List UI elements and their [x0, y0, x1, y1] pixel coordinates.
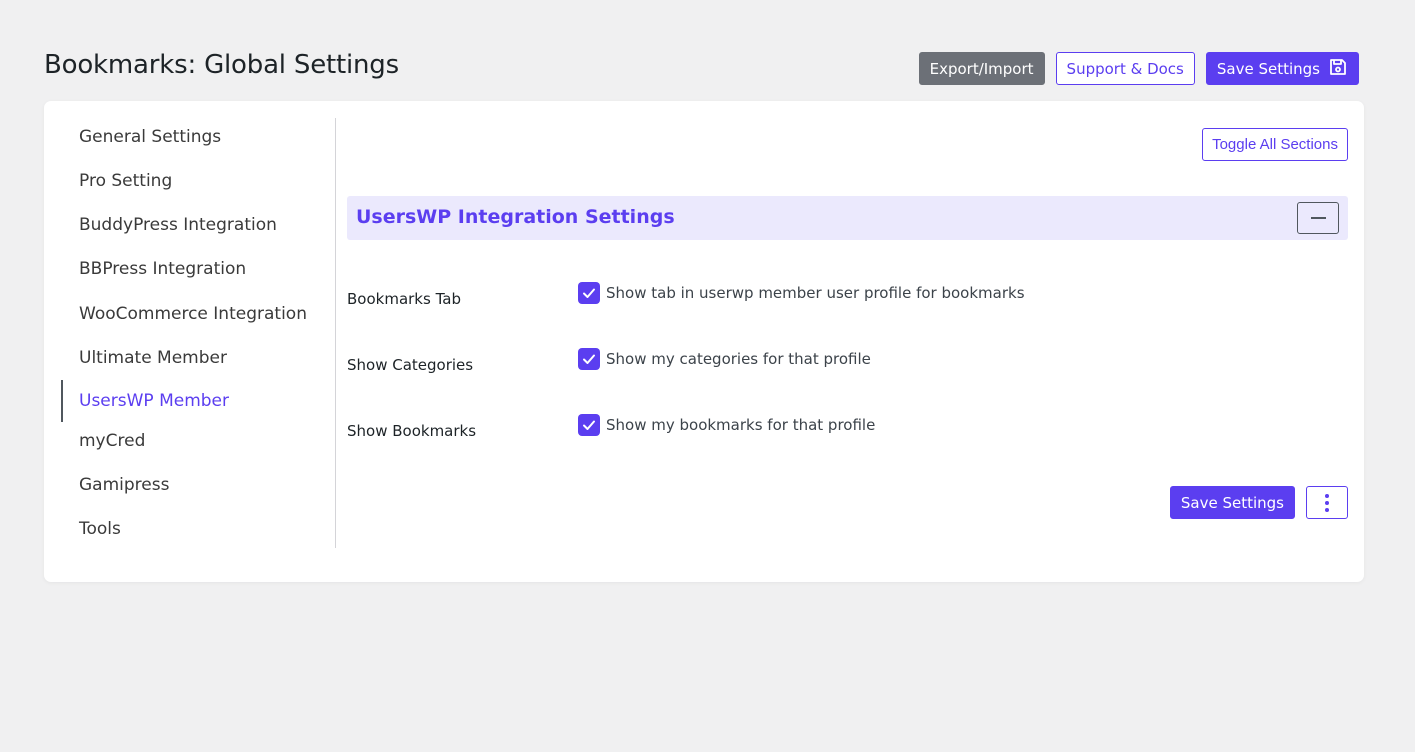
- page-title: Bookmarks: Global Settings: [44, 50, 399, 80]
- sidebar-item-tools[interactable]: Tools: [61, 511, 321, 547]
- section-title: UsersWP Integration Settings: [356, 206, 675, 228]
- sidebar-item-general-settings[interactable]: General Settings: [61, 119, 321, 155]
- checkmark-icon: [583, 420, 595, 430]
- setting-label: Bookmarks Tab: [347, 290, 461, 308]
- save-settings-button[interactable]: Save Settings: [1205, 52, 1359, 85]
- setting-label: Show Categories: [347, 356, 474, 374]
- show-categories-checkbox[interactable]: [578, 348, 600, 370]
- sidebar-item-mycred[interactable]: myCred: [61, 423, 321, 459]
- sidebar-item-userswp-member[interactable]: UsersWP Member: [61, 380, 321, 422]
- settings-sidebar: General Settings Pro Setting BuddyPress …: [61, 118, 336, 548]
- sidebar-item-gamipress[interactable]: Gamipress: [61, 467, 321, 503]
- setting-row-show-bookmarks: Show Bookmarks Show my bookmarks for tha…: [347, 414, 1348, 454]
- more-options-button[interactable]: [1306, 486, 1348, 519]
- sidebar-item-bbpress-integration[interactable]: BBPress Integration: [61, 251, 321, 287]
- show-bookmarks-checkbox[interactable]: [578, 414, 600, 436]
- show-bookmarks-checkbox-control[interactable]: Show my bookmarks for that profile: [578, 414, 875, 436]
- footer-actions: Save Settings: [1169, 486, 1348, 519]
- checkmark-icon: [583, 288, 595, 298]
- setting-description: Show my bookmarks for that profile: [606, 416, 876, 434]
- setting-description: Show tab in userwp member user profile f…: [606, 284, 1025, 302]
- section-header[interactable]: UsersWP Integration Settings: [347, 196, 1348, 240]
- setting-row-show-categories: Show Categories Show my categories for t…: [347, 348, 1348, 388]
- bookmarks-tab-checkbox[interactable]: [578, 282, 600, 304]
- support-docs-button[interactable]: Support & Docs: [1055, 52, 1195, 85]
- settings-content: Toggle All Sections UsersWP Integration …: [347, 118, 1348, 548]
- sidebar-item-buddypress-integration[interactable]: BuddyPress Integration: [61, 207, 321, 243]
- minus-icon: [1310, 217, 1326, 219]
- sidebar-item-pro-setting[interactable]: Pro Setting: [61, 163, 321, 199]
- toggle-all-sections-button[interactable]: Toggle All Sections: [1202, 128, 1348, 161]
- sidebar-item-ultimate-member[interactable]: Ultimate Member: [61, 340, 321, 376]
- bookmarks-tab-checkbox-control[interactable]: Show tab in userwp member user profile f…: [578, 282, 1025, 304]
- export-import-button[interactable]: Export/Import: [918, 52, 1045, 85]
- setting-label: Show Bookmarks: [347, 422, 477, 440]
- floppy-disk-icon: [1328, 57, 1348, 81]
- header-actions: Export/Import Support & Docs Save Settin…: [918, 52, 1359, 85]
- checkmark-icon: [583, 354, 595, 364]
- collapse-section-button[interactable]: [1297, 202, 1339, 234]
- sidebar-item-woocommerce-integration[interactable]: WooCommerce Integration: [61, 296, 321, 332]
- footer-save-settings-button[interactable]: Save Settings: [1169, 486, 1295, 519]
- setting-row-bookmarks-tab: Bookmarks Tab Show tab in userwp member …: [347, 282, 1348, 322]
- vertical-ellipsis-icon: [1325, 493, 1329, 498]
- settings-card: General Settings Pro Setting BuddyPress …: [44, 101, 1364, 582]
- show-categories-checkbox-control[interactable]: Show my categories for that profile: [578, 348, 871, 370]
- setting-description: Show my categories for that profile: [606, 350, 871, 368]
- save-settings-label: Save Settings: [1216, 59, 1320, 78]
